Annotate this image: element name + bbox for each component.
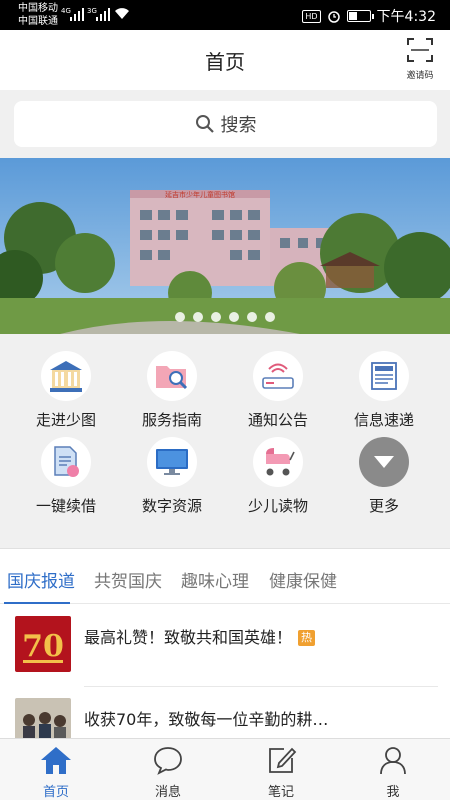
feature-kids-reading[interactable]: 少儿读物 — [222, 437, 334, 516]
feature-news-express[interactable]: 信息速递 — [328, 351, 440, 430]
stroller-icon — [266, 448, 295, 476]
nav-label: 我 — [386, 785, 400, 800]
newspaper-icon — [371, 362, 397, 390]
carousel-dots — [0, 312, 450, 322]
list-item[interactable]: 70 最高礼赞！致敬共和国英雄！热 — [0, 604, 450, 687]
carousel-dot[interactable] — [175, 312, 185, 322]
home-icon — [41, 747, 71, 774]
feature-renew[interactable]: 一键续借 — [10, 437, 122, 516]
feature-label: 通知公告 — [247, 411, 308, 429]
feature-digital-resources[interactable]: 数字资源 — [116, 437, 228, 516]
feature-label: 少儿读物 — [247, 497, 308, 515]
search-icon — [195, 115, 214, 133]
search-label: 搜索 — [220, 115, 257, 136]
app-header: 首页 邀请码 — [0, 30, 450, 90]
document-renew-icon — [54, 446, 79, 477]
invite-code-button[interactable]: 邀请码 — [400, 38, 440, 81]
carrier-2: 中国联通 — [18, 16, 58, 27]
folder-search-icon — [156, 366, 188, 390]
hd-badge: HD — [302, 9, 321, 23]
user-icon — [380, 747, 406, 775]
tab-health[interactable]: 健康保健 — [269, 567, 337, 592]
alarm-icon — [327, 11, 340, 23]
bottom-nav: 首页 消息 笔记 我 — [0, 738, 450, 800]
search-bar[interactable]: 搜索 — [14, 101, 437, 147]
feature-service-guide[interactable]: 服务指南 — [116, 351, 228, 430]
library-photo: 延吉市少年儿童图书馆 — [0, 158, 450, 334]
chevron-down-icon — [374, 456, 394, 468]
feature-intro-library[interactable]: 走进少图 — [10, 351, 122, 430]
search-area: 搜索 — [0, 90, 450, 158]
feature-label: 走进少图 — [35, 411, 96, 429]
feature-label: 更多 — [368, 497, 399, 515]
news-thumbnail — [15, 698, 71, 738]
signal-icon — [70, 7, 84, 21]
tab-celebrate[interactable]: 共贺国庆 — [94, 567, 162, 592]
battery-icon — [346, 10, 374, 22]
feature-label: 一键续借 — [35, 497, 96, 515]
feature-more[interactable]: 更多 — [328, 437, 440, 516]
hot-badge: 热 — [298, 630, 316, 646]
carrier-labels: 中国移动 中国联通 — [18, 2, 58, 28]
news-title: 收获70年，致敬每一位辛勤的耕… — [84, 710, 329, 729]
nav-messages[interactable]: 消息 — [112, 745, 224, 800]
nav-label: 消息 — [154, 785, 181, 800]
carousel-dot[interactable] — [247, 312, 257, 322]
scan-icon — [407, 38, 433, 62]
library-building-icon — [50, 361, 82, 392]
banner-sign: 延吉市少年儿童图书馆 — [165, 190, 235, 199]
nav-me[interactable]: 我 — [337, 745, 449, 800]
tab-fun-psychology[interactable]: 趣味心理 — [181, 567, 249, 592]
feature-notices[interactable]: 通知公告 — [222, 351, 334, 430]
tab-national-day-report[interactable]: 国庆报道 — [7, 567, 75, 592]
status-time: 下午4:32 — [376, 9, 436, 25]
wifi-icon — [115, 8, 129, 19]
banner-carousel[interactable]: 延吉市少年儿童图书馆 — [0, 158, 450, 334]
list-item[interactable]: 收获70年，致敬每一位辛勤的耕… — [0, 686, 450, 738]
carousel-dot[interactable] — [229, 312, 239, 322]
news-list: 70 最高礼赞！致敬共和国英雄！热 收获70年，致敬每一位辛勤的耕… — [0, 604, 450, 738]
nav-label: 笔记 — [267, 785, 294, 800]
svg-text:70: 70 — [22, 629, 64, 664]
category-tabs: 国庆报道 共贺国庆 趣味心理 健康保健 — [0, 548, 450, 605]
signal-icon — [96, 7, 110, 21]
status-bar: 中国移动 中国联通 4G 3G HD 下午4:32 — [0, 0, 450, 30]
nav-label: 首页 — [42, 785, 69, 800]
carrier-1: 中国移动 — [18, 3, 58, 14]
anniversary-70-image: 70 — [15, 616, 71, 672]
edit-note-icon — [269, 747, 297, 773]
invite-code-label: 邀请码 — [406, 71, 434, 81]
page-title: 首页 — [205, 50, 245, 74]
feature-grid: 走进少图 服务指南 通知公告 信息速递 一键续借 数字资源 少儿读物 更多 — [0, 334, 450, 547]
monitor-icon — [156, 449, 188, 475]
workers-photo-image — [15, 698, 71, 738]
carousel-dot[interactable] — [211, 312, 221, 322]
carousel-dot[interactable] — [193, 312, 203, 322]
router-icon — [262, 363, 294, 389]
nav-notes[interactable]: 笔记 — [225, 745, 337, 800]
chat-bubble-icon — [154, 747, 182, 775]
feature-label: 数字资源 — [141, 497, 202, 515]
nav-home[interactable]: 首页 — [0, 745, 112, 800]
news-thumbnail: 70 — [15, 616, 71, 672]
carousel-dot[interactable] — [265, 312, 275, 322]
feature-label: 服务指南 — [141, 411, 202, 429]
feature-label: 信息速递 — [353, 411, 414, 429]
news-title: 最高礼赞！致敬共和国英雄！热 — [84, 624, 316, 648]
